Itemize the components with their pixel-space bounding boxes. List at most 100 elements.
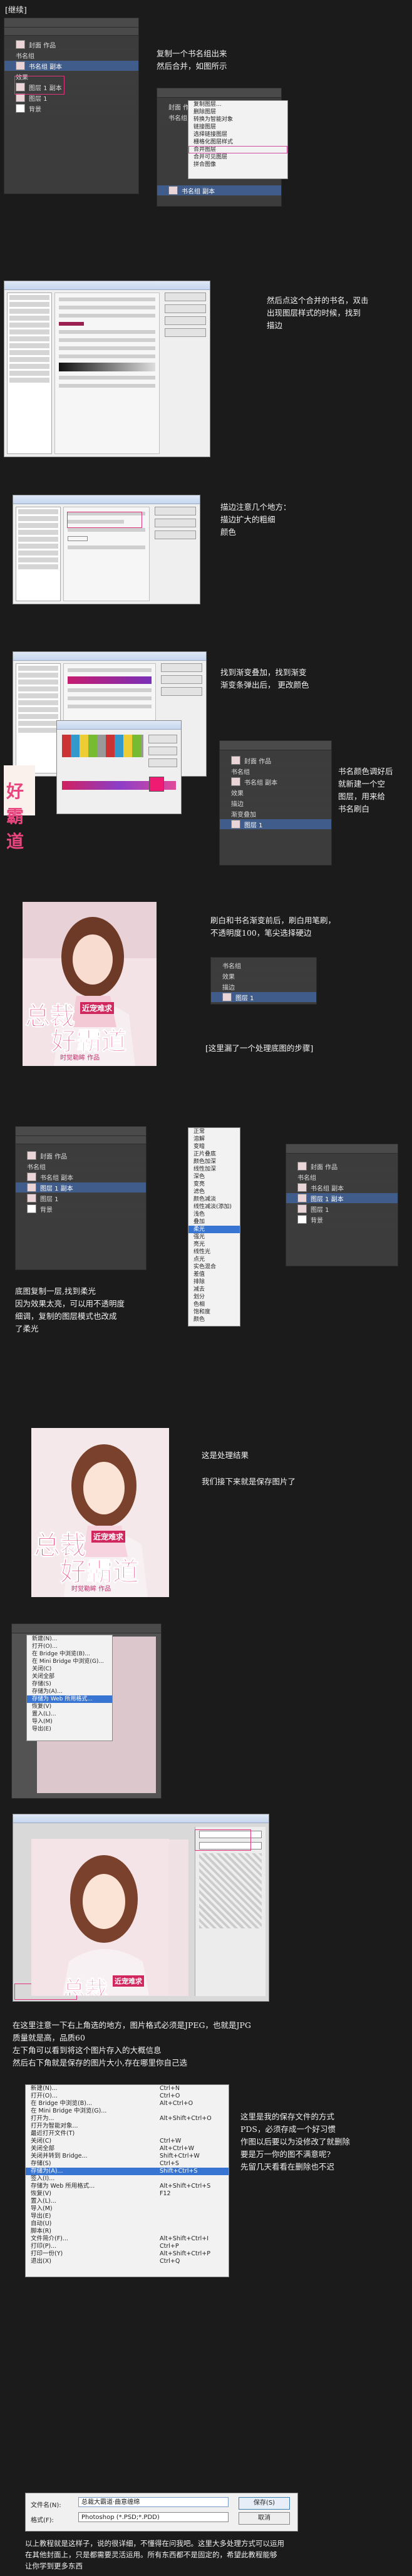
format-select[interactable]: Photoshop (*.PSD;*.PDD) — [78, 2512, 229, 2522]
file-menu-item[interactable]: 自动(U) — [26, 2220, 229, 2228]
blend-option[interactable]: 变暗 — [188, 1143, 240, 1151]
blend-option-soft-light[interactable]: 柔光 — [188, 1226, 240, 1233]
file-menu-item[interactable]: 导入(M) — [27, 1718, 112, 1725]
file-menu-label: 关闭全部 — [31, 2145, 55, 2152]
annotation-box — [67, 512, 142, 528]
file-menu-item[interactable]: 关闭(C) Ctrl+W — [26, 2138, 229, 2145]
file-menu-item[interactable]: 退出(X) Ctrl+Q — [26, 2258, 229, 2265]
blend-option[interactable]: 颜色 — [188, 1316, 240, 1323]
blend-option[interactable]: 线性减淡(添加) — [188, 1203, 240, 1211]
cover-subtitle: 近宠难求 — [91, 1531, 126, 1543]
file-menu-label: 恢复(V) — [31, 2190, 51, 2197]
file-menu-label: 打开(O)... — [31, 2092, 58, 2099]
file-menu-item[interactable]: 打开(O)... Ctrl+O — [26, 2092, 229, 2100]
save-button[interactable]: 保存(S) — [239, 2497, 290, 2510]
blend-option[interactable]: 线性光 — [188, 1248, 240, 1256]
file-menu-item[interactable]: 关闭全部 — [27, 1673, 112, 1680]
file-menu-label: 在 Mini Bridge 中浏览(G)... — [31, 2108, 107, 2114]
blend-option[interactable]: 颜色加深 — [188, 1158, 240, 1166]
file-menu-item[interactable]: 打印(P)... Ctrl+P — [26, 2243, 229, 2250]
blend-option[interactable]: 色相 — [188, 1301, 240, 1308]
file-menu-item[interactable]: 打开为智能对象... — [26, 2123, 229, 2130]
file-menu-item-save-as[interactable]: 存储为(A)... Shift+Ctrl+S — [26, 2168, 229, 2175]
blend-option[interactable]: 溶解 — [188, 1135, 240, 1143]
blend-option[interactable]: 变亮 — [188, 1181, 240, 1188]
blend-option[interactable]: 排除 — [188, 1278, 240, 1286]
blend-option[interactable]: 亮光 — [188, 1241, 240, 1248]
filename-input[interactable]: 总裁大霸道·曲意缠绵 — [78, 2497, 229, 2507]
menu-item[interactable]: 合并可见图层 — [188, 153, 287, 161]
filename-label: 文件名(N): — [31, 2502, 61, 2509]
file-menu-shortcut — [160, 2130, 229, 2138]
file-menu-item[interactable]: 在 Mini Bridge 中浏览(G)... — [27, 1658, 112, 1665]
blend-option[interactable]: 深色 — [188, 1173, 240, 1181]
blend-option[interactable]: 减去 — [188, 1286, 240, 1293]
blend-option[interactable]: 差值 — [188, 1271, 240, 1278]
file-menu-item[interactable]: 最近打开文件(T) — [26, 2130, 229, 2138]
file-menu-item[interactable]: 存储为(A)... — [27, 1688, 112, 1695]
file-menu-item[interactable]: 签入(I)... — [26, 2175, 229, 2183]
layer-label: 效果 — [222, 973, 235, 981]
blend-option[interactable]: 线性加深 — [188, 1166, 240, 1173]
layer-row[interactable]: 背景 — [4, 103, 138, 114]
annotation-box — [14, 76, 64, 95]
menu-item[interactable]: 拼合图像 — [188, 161, 287, 168]
layer-row[interactable]: 封面 作品 — [4, 39, 138, 50]
file-menu-item[interactable]: 导入(M) — [26, 2205, 229, 2213]
blend-option[interactable]: 划分 — [188, 1293, 240, 1301]
menu-item[interactable]: 选择链接图层 — [188, 131, 287, 138]
menu-item[interactable]: 栅格化图层样式 — [188, 138, 287, 146]
stroke-dialog — [13, 495, 200, 604]
file-menu-item[interactable]: 脚本(R) — [26, 2228, 229, 2235]
menu-item[interactable]: 删除图层 — [188, 108, 287, 116]
gradient-editor — [56, 720, 182, 814]
layer-label: 图层 1 — [235, 995, 254, 1002]
file-menu-item[interactable]: 导出(E) — [27, 1725, 112, 1733]
file-menu-item[interactable]: 关闭全部 Alt+Ctrl+W — [26, 2145, 229, 2153]
file-menu-item[interactable]: 存储(S) Ctrl+S — [26, 2160, 229, 2168]
file-menu-item[interactable]: 新建(N)... — [27, 1635, 112, 1643]
file-menu-item[interactable]: 在 Bridge 中浏览(B)... — [27, 1650, 112, 1658]
layer-row[interactable]: 书名组 — [4, 50, 138, 61]
file-menu-item[interactable]: 关闭(C) — [27, 1665, 112, 1673]
file-menu-label: 导入(M) — [31, 2205, 53, 2212]
file-menu-item[interactable]: 新建(N)... Ctrl+N — [26, 2085, 229, 2092]
blend-option[interactable]: 饱和度 — [188, 1308, 240, 1316]
blend-option[interactable]: 正片叠底 — [188, 1151, 240, 1158]
file-menu-item[interactable]: 置入(L)... — [26, 2198, 229, 2205]
blend-option[interactable]: 实色混合 — [188, 1263, 240, 1271]
file-menu-item[interactable]: 导出(E) — [26, 2213, 229, 2220]
color-swatch[interactable] — [149, 777, 164, 792]
file-menu-item[interactable]: 文件简介(F)... Alt+Shift+Ctrl+I — [26, 2235, 229, 2243]
layer-row-selected[interactable]: 书名组 副本 — [4, 61, 138, 71]
file-menu-item[interactable]: 在 Mini Bridge 中浏览(G)... — [26, 2108, 229, 2115]
cover-author: 时觉勒眸 作品 — [60, 1055, 100, 1062]
file-menu-item-save-for-web[interactable]: 存储为 Web 所用格式... — [27, 1695, 112, 1703]
file-menu-item[interactable]: 恢复(V) F12 — [26, 2190, 229, 2198]
cancel-button[interactable]: 取消 — [239, 2512, 290, 2525]
file-menu-item[interactable]: 在 Bridge 中浏览(B)... Alt+Ctrl+O — [26, 2100, 229, 2108]
blend-option[interactable]: 浅色 — [188, 1211, 240, 1218]
file-menu-item[interactable]: 存储(S) — [27, 1680, 112, 1688]
menu-item[interactable]: 链接图层 — [188, 123, 287, 131]
cover-title-1: 总裁 — [62, 1977, 108, 1996]
file-menu-item[interactable]: 恢复(V) — [27, 1703, 112, 1710]
layer-label: 封面 作品 — [311, 1164, 338, 1171]
file-menu-item[interactable]: 打开为... Alt+Shift+Ctrl+O — [26, 2115, 229, 2123]
blend-option[interactable]: 强光 — [188, 1233, 240, 1241]
blend-option[interactable]: 滤色 — [188, 1188, 240, 1196]
section-tag: [继续] — [5, 5, 27, 14]
note-new-layer: 书名颜色调好后 就新建一个空 图层，用来给 书名刷白 — [338, 767, 393, 814]
file-menu-item[interactable]: 置入(L)... — [27, 1710, 112, 1718]
blend-option[interactable]: 点光 — [188, 1256, 240, 1263]
menu-item[interactable]: 复制图层... — [188, 101, 287, 108]
blend-option[interactable]: 颜色减淡 — [188, 1196, 240, 1203]
file-menu-item[interactable]: 打印一份(Y) Alt+Shift+Ctrl+P — [26, 2250, 229, 2258]
file-menu-item[interactable]: 存储为 Web 所用格式... Alt+Shift+Ctrl+S — [26, 2183, 229, 2190]
menu-item-merge-layers[interactable]: 合并图层 — [188, 146, 287, 153]
blend-option[interactable]: 正常 — [188, 1128, 240, 1135]
file-menu-item[interactable]: 关闭并转到 Bridge... Shift+Ctrl+W — [26, 2153, 229, 2160]
blend-option[interactable]: 叠加 — [188, 1218, 240, 1226]
menu-item[interactable]: 转换为智能对象 — [188, 116, 287, 123]
file-menu-item[interactable]: 打开(O)... — [27, 1643, 112, 1650]
